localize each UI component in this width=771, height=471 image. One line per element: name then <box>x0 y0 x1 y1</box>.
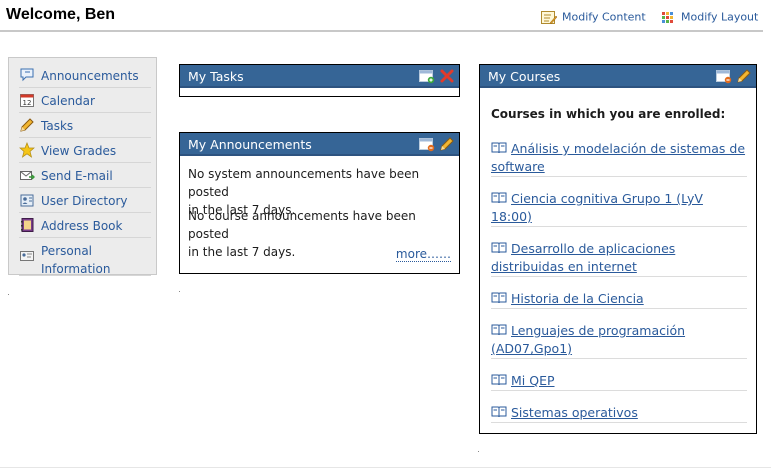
modify-content-link[interactable]: Modify Content <box>541 10 646 24</box>
module-title: My Courses <box>488 69 561 84</box>
my-courses-module: My Courses Courses in which you are enro… <box>479 64 757 434</box>
book-icon <box>491 142 507 154</box>
star-icon <box>19 142 35 158</box>
nav-item-announcements[interactable]: Announcements <box>19 64 151 88</box>
course-link[interactable]: Desarrollo de aplicaciones distribuidas e… <box>491 240 747 277</box>
calendar-icon: 12 <box>20 94 34 107</box>
window-options-icon[interactable] <box>716 68 732 84</box>
nav-item-user-directory[interactable]: User Directory <box>19 189 151 213</box>
my-tasks-module: My Tasks <box>179 64 460 97</box>
course-link[interactable]: Mi QEP <box>491 372 747 391</box>
nav-item-send-email[interactable]: Send E-mail <box>19 164 151 188</box>
module-title-bar: My Tasks <box>180 65 459 88</box>
course-link[interactable]: Ciencia cognitiva Grupo 1 (LyV 18:00) <box>491 190 747 227</box>
nav-label: Send E-mail <box>41 169 113 183</box>
spacer-dot <box>8 294 9 295</box>
module-title-bar: My Courses <box>480 65 756 88</box>
edit-pencil-icon[interactable] <box>439 136 455 152</box>
nav-item-personal-information[interactable]: Personal Information <box>19 239 151 276</box>
nav-item-view-grades[interactable]: View Grades <box>19 139 151 163</box>
course-link[interactable]: Historia de la Ciencia <box>491 290 747 309</box>
nav-label: Personal Information <box>41 244 111 276</box>
pencil-icon <box>20 118 34 132</box>
more-announcements-link[interactable]: more…… <box>395 247 451 262</box>
module-title-bar: My Announcements <box>180 133 459 156</box>
edit-pencil-icon[interactable] <box>736 68 752 84</box>
book-icon <box>491 324 507 336</box>
course-link[interactable]: Sistemas operativos <box>491 404 747 423</box>
modify-layout-link[interactable]: Modify Layout <box>660 10 758 24</box>
module-title: My Announcements <box>188 137 312 152</box>
window-options-icon[interactable] <box>419 136 435 152</box>
personal-card-icon <box>20 251 34 261</box>
tools-sidebar: Announcements 12 Calendar Tasks View Gra… <box>8 57 157 276</box>
my-announcements-module: My Announcements No system announcements… <box>179 132 460 274</box>
modify-layout-label: Modify Layout <box>681 10 759 24</box>
speech-bubble-icon <box>20 68 34 82</box>
module-title: My Tasks <box>188 69 244 84</box>
footer-divider <box>0 467 771 468</box>
nav-label: Announcements <box>41 69 139 83</box>
nav-label: Calendar <box>41 94 95 108</box>
course-link[interactable]: Lenguajes de programación (AD07,Gpo1) <box>491 322 747 359</box>
nav-item-calendar[interactable]: 12 Calendar <box>19 89 151 113</box>
nav-item-address-book[interactable]: Address Book <box>19 214 151 238</box>
layout-grid-icon <box>662 11 673 23</box>
spacer-dot <box>179 291 180 292</box>
courses-heading: Courses in which you are enrolled: <box>491 107 726 121</box>
spacer-dot <box>478 451 479 452</box>
page-header: Welcome, Ben Modify Content Modify Layou… <box>0 0 763 32</box>
edit-content-icon <box>541 10 557 24</box>
nav-label: View Grades <box>41 144 117 158</box>
modify-content-label: Modify Content <box>562 10 646 24</box>
course-link[interactable]: Análisis y modelación de sistemas de soft… <box>491 140 747 177</box>
book-icon <box>491 406 507 418</box>
address-book-icon <box>21 218 34 232</box>
nav-label: Tasks <box>41 119 74 133</box>
book-icon <box>491 374 507 386</box>
directory-icon <box>20 194 34 207</box>
svg-text:12: 12 <box>23 99 32 107</box>
nav-label: User Directory <box>41 194 128 208</box>
close-icon[interactable] <box>439 68 455 84</box>
envelope-icon <box>20 171 35 180</box>
nav-item-tasks[interactable]: Tasks <box>19 114 151 138</box>
book-icon <box>491 242 507 254</box>
book-icon <box>491 192 507 204</box>
book-icon <box>491 292 507 304</box>
nav-label: Address Book <box>41 219 123 233</box>
window-options-icon[interactable] <box>419 68 435 84</box>
welcome-title: Welcome, Ben <box>6 6 116 23</box>
